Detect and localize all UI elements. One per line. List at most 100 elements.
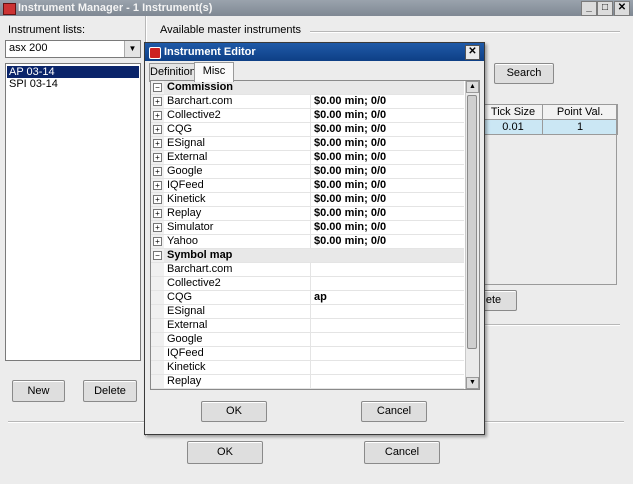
commission-row[interactable]: + IQFeed $0.00 min; 0/0 <box>151 179 464 193</box>
property-name: External <box>167 151 208 163</box>
property-value[interactable]: $0.00 min; 0/0 <box>310 151 464 164</box>
tab-misc[interactable]: Misc <box>194 62 234 82</box>
property-name: Yahoo <box>167 235 198 247</box>
expand-icon[interactable]: + <box>153 195 162 204</box>
delete-list-button[interactable]: Delete <box>83 380 137 402</box>
commission-row[interactable]: + Replay $0.00 min; 0/0 <box>151 207 464 221</box>
commission-row[interactable]: + External $0.00 min; 0/0 <box>151 151 464 165</box>
grid-header-point-val[interactable]: Point Val. <box>542 104 618 120</box>
app-icon <box>3 3 16 15</box>
dialog-cancel-button[interactable]: Cancel <box>361 401 427 422</box>
collapse-icon[interactable]: − <box>153 83 162 92</box>
list-item[interactable]: SPI 03-14 <box>7 78 139 90</box>
main-cancel-button[interactable]: Cancel <box>364 441 440 464</box>
grid-cell-point-val[interactable]: 1 <box>542 119 618 135</box>
new-button[interactable]: New <box>12 380 65 402</box>
commission-row[interactable]: + Kinetick $0.00 min; 0/0 <box>151 193 464 207</box>
expand-icon[interactable]: + <box>153 181 162 190</box>
commission-row[interactable]: + Barchart.com $0.00 min; 0/0 <box>151 95 464 109</box>
property-value[interactable]: $0.00 min; 0/0 <box>310 179 464 192</box>
chevron-down-icon[interactable]: ▼ <box>124 41 140 57</box>
dialog-close-button[interactable]: ✕ <box>465 45 480 60</box>
instrument-list-combo[interactable]: asx 200 ▼ <box>5 40 141 58</box>
property-value[interactable]: $0.00 min; 0/0 <box>310 207 464 220</box>
group-divider <box>484 324 620 326</box>
property-name: Kinetick <box>167 193 206 205</box>
grid-cell-tick-size[interactable]: 0.01 <box>482 119 544 135</box>
dialog-ok-button[interactable]: OK <box>201 401 267 422</box>
expand-icon[interactable]: + <box>153 153 162 162</box>
property-value[interactable]: ap <box>310 291 464 304</box>
property-value[interactable]: $0.00 min; 0/0 <box>310 123 464 136</box>
property-grid-scrollbar[interactable]: ▲ ▼ <box>465 81 479 389</box>
commission-row[interactable]: + Google $0.00 min; 0/0 <box>151 165 464 179</box>
commission-row[interactable]: + Yahoo $0.00 min; 0/0 <box>151 235 464 249</box>
scroll-thumb[interactable] <box>467 95 477 349</box>
dialog-title-bar[interactable]: Instrument Editor ✕ <box>145 43 484 61</box>
property-value[interactable]: $0.00 min; 0/0 <box>310 235 464 248</box>
symbol-row[interactable]: Kinetick <box>151 361 464 375</box>
scroll-down-icon[interactable]: ▼ <box>466 377 479 389</box>
main-ok-button[interactable]: OK <box>187 441 263 464</box>
expand-icon[interactable]: + <box>153 125 162 134</box>
property-value[interactable] <box>310 319 464 332</box>
category-commission[interactable]: − Commission <box>151 81 464 95</box>
symbol-row[interactable]: CQG ap <box>151 291 464 305</box>
property-value[interactable]: $0.00 min; 0/0 <box>310 137 464 150</box>
property-value[interactable] <box>310 375 464 388</box>
property-name: Barchart.com <box>167 263 233 275</box>
symbol-row[interactable]: Collective2 <box>151 277 464 291</box>
row-gutter <box>151 277 164 290</box>
commission-row[interactable]: + CQG $0.00 min; 0/0 <box>151 123 464 137</box>
symbol-row[interactable]: ESignal <box>151 305 464 319</box>
search-button[interactable]: Search <box>494 63 554 84</box>
category-symbol-map[interactable]: − Symbol map <box>151 249 464 263</box>
collapse-icon[interactable]: − <box>153 251 162 260</box>
expand-icon[interactable]: + <box>153 97 162 106</box>
row-gutter <box>151 389 164 390</box>
expand-icon[interactable]: + <box>153 139 162 148</box>
minimize-button[interactable]: _ <box>581 1 597 16</box>
symbol-row[interactable]: Google <box>151 333 464 347</box>
property-value[interactable] <box>310 277 464 290</box>
main-title-bar[interactable]: Instrument Manager - 1 Instrument(s) _ □… <box>0 0 633 16</box>
property-value[interactable] <box>310 347 464 360</box>
commission-row[interactable]: + Collective2 $0.00 min; 0/0 <box>151 109 464 123</box>
property-value[interactable]: $0.00 min; 0/0 <box>310 109 464 122</box>
property-name: Collective2 <box>167 109 221 121</box>
property-name: ESignal <box>167 137 205 149</box>
property-grid[interactable]: − Commission + Barchart.com $0.00 min; 0/0 + C… <box>150 80 480 390</box>
property-value[interactable] <box>310 389 464 390</box>
commission-row[interactable]: + Simulator $0.00 min; 0/0 <box>151 221 464 235</box>
instrument-listbox[interactable]: AP 03-14 SPI 03-14 <box>5 63 141 361</box>
property-name: Barchart.com <box>167 95 233 107</box>
grid-header-tick-size[interactable]: Tick Size <box>482 104 544 120</box>
property-value[interactable] <box>310 333 464 346</box>
symbol-row[interactable]: Barchart.com <box>151 263 464 277</box>
expand-icon[interactable]: + <box>153 167 162 176</box>
expand-icon[interactable]: + <box>153 237 162 246</box>
commission-row[interactable]: + ESignal $0.00 min; 0/0 <box>151 137 464 151</box>
symbol-row[interactable]: Simulator <box>151 389 464 390</box>
property-value[interactable] <box>310 263 464 276</box>
property-value[interactable] <box>310 361 464 374</box>
symbol-row[interactable]: Replay <box>151 375 464 389</box>
close-button[interactable]: ✕ <box>614 1 630 16</box>
tab-strip: Definition Misc <box>149 62 479 82</box>
scroll-up-icon[interactable]: ▲ <box>466 81 479 93</box>
expand-icon[interactable]: + <box>153 209 162 218</box>
symbol-row[interactable]: External <box>151 319 464 333</box>
list-item[interactable]: AP 03-14 <box>7 66 139 78</box>
property-value[interactable]: $0.00 min; 0/0 <box>310 95 464 108</box>
expand-icon[interactable]: + <box>153 223 162 232</box>
symbol-row[interactable]: IQFeed <box>151 347 464 361</box>
property-value[interactable] <box>310 305 464 318</box>
property-value[interactable]: $0.00 min; 0/0 <box>310 221 464 234</box>
row-gutter <box>151 291 164 304</box>
property-value[interactable]: $0.00 min; 0/0 <box>310 165 464 178</box>
group-divider <box>310 31 620 33</box>
maximize-button[interactable]: □ <box>597 1 613 16</box>
expand-icon[interactable]: + <box>153 111 162 120</box>
combo-value: asx 200 <box>9 42 48 54</box>
property-value[interactable]: $0.00 min; 0/0 <box>310 193 464 206</box>
